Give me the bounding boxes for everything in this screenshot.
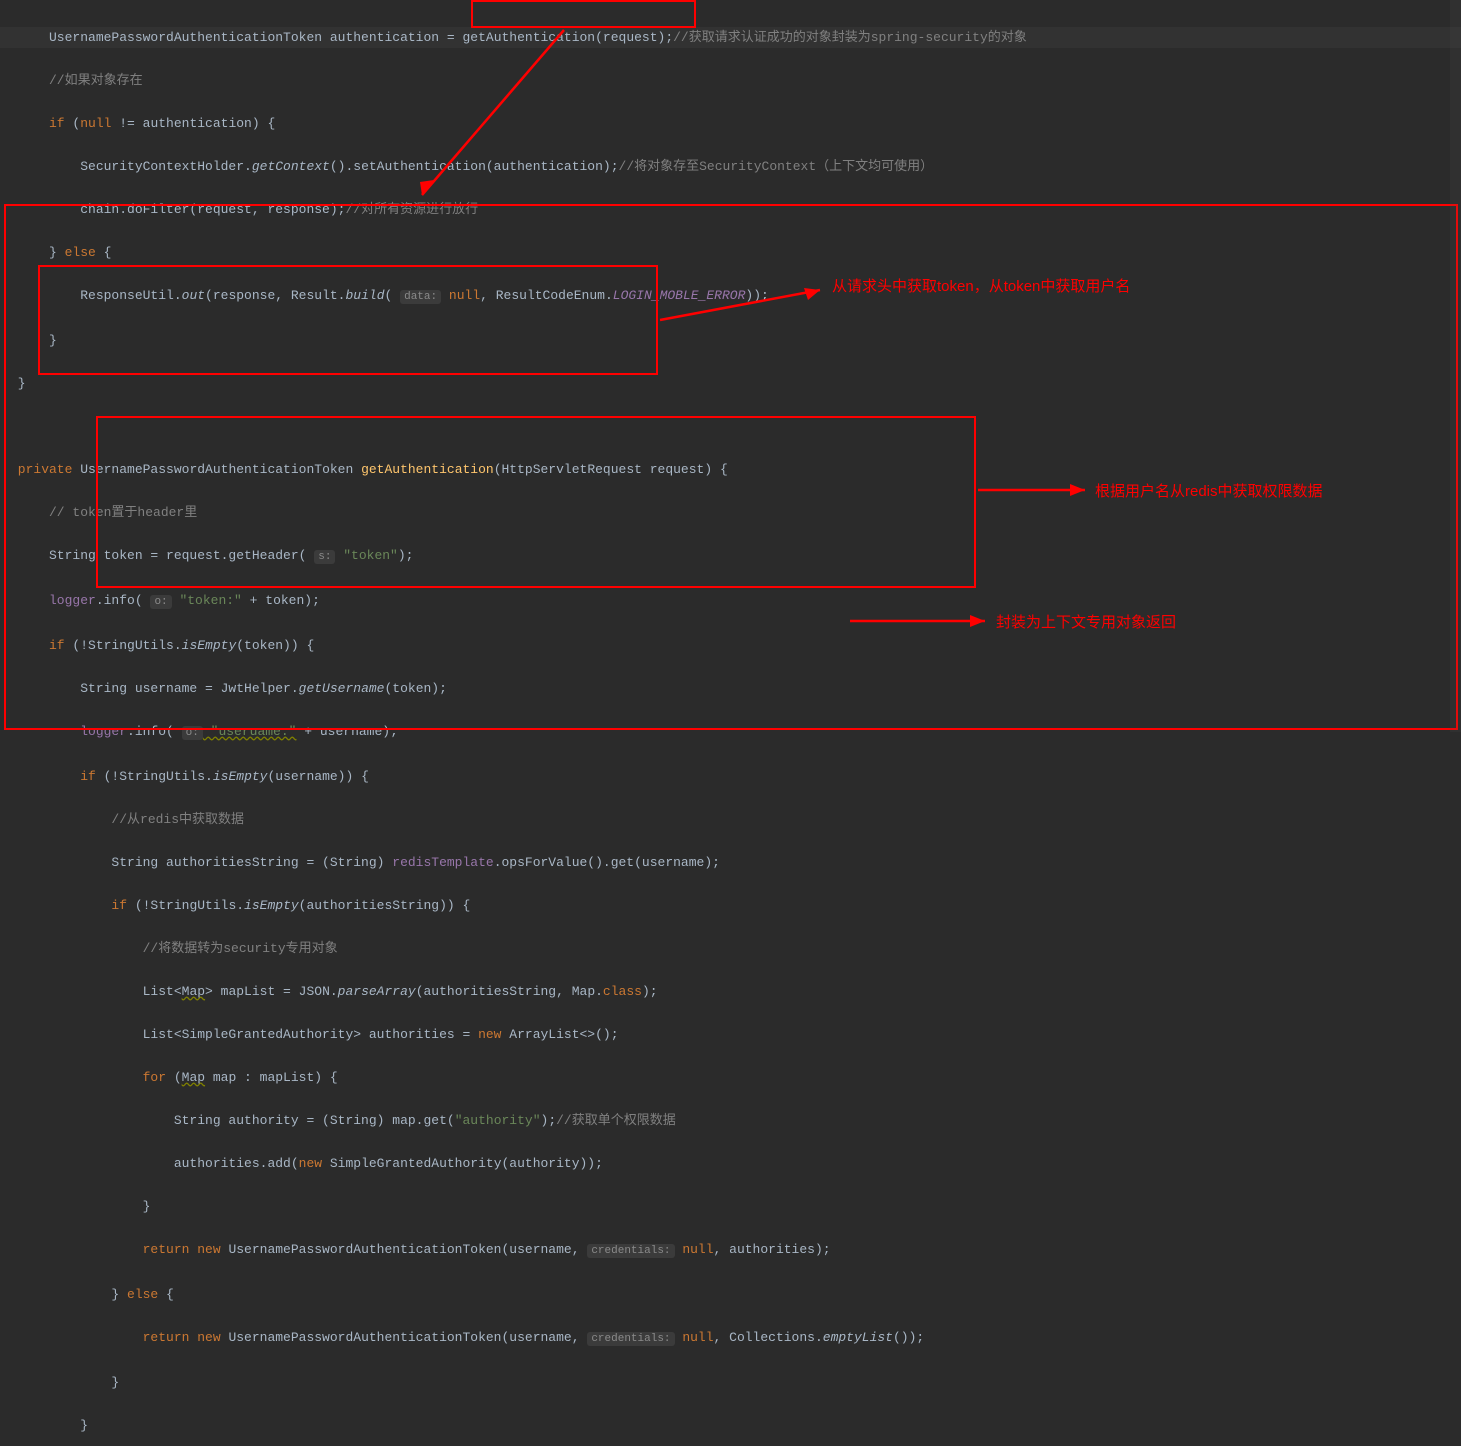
code-line: authorities.add(new SimpleGrantedAuthori… bbox=[0, 1153, 1461, 1175]
code-line: String username = JwtHelper.getUsername(… bbox=[0, 678, 1461, 700]
code-line: if (!StringUtils.isEmpty(token)) { bbox=[0, 635, 1461, 657]
code-line: } bbox=[0, 1196, 1461, 1218]
code-line: for (Map map : mapList) { bbox=[0, 1067, 1461, 1089]
code-line: return new UsernamePasswordAuthenticatio… bbox=[0, 1239, 1461, 1263]
code-line: if (!StringUtils.isEmpty(authoritiesStri… bbox=[0, 895, 1461, 917]
code-line: } bbox=[0, 330, 1461, 352]
code-line: List<Map> mapList = JSON.parseArray(auth… bbox=[0, 981, 1461, 1003]
code-line: if (!StringUtils.isEmpty(username)) { bbox=[0, 766, 1461, 788]
code-line: private UsernamePasswordAuthenticationTo… bbox=[0, 459, 1461, 481]
code-line: //将数据转为security专用对象 bbox=[0, 938, 1461, 960]
code-line: String authority = (String) map.get("aut… bbox=[0, 1110, 1461, 1132]
code-line: if (null != authentication) { bbox=[0, 113, 1461, 135]
code-line: } bbox=[0, 1415, 1461, 1437]
code-line: return new UsernamePasswordAuthenticatio… bbox=[0, 1327, 1461, 1351]
code-line: } else { bbox=[0, 242, 1461, 264]
code-line: } bbox=[0, 1372, 1461, 1394]
code-line: List<SimpleGrantedAuthority> authorities… bbox=[0, 1024, 1461, 1046]
code-line: String authoritiesString = (String) redi… bbox=[0, 852, 1461, 874]
code-line: ResponseUtil.out(response, Result.build(… bbox=[0, 285, 1461, 309]
code-line: logger.info( o: "token:" + token); bbox=[0, 590, 1461, 614]
code-line: SecurityContextHolder.getContext().setAu… bbox=[0, 156, 1461, 178]
code-line: chain.doFilter(request, response);//对所有资… bbox=[0, 199, 1461, 221]
code-line: logger.info( o: "useruame:" + username); bbox=[0, 721, 1461, 745]
code-line: //如果对象存在 bbox=[0, 70, 1461, 92]
code-line: // token置于header里 bbox=[0, 502, 1461, 524]
code-line: String token = request.getHeader( s: "to… bbox=[0, 545, 1461, 569]
code-line: //从redis中获取数据 bbox=[0, 809, 1461, 831]
code-line bbox=[0, 416, 1461, 438]
code-line: } bbox=[0, 373, 1461, 395]
code-line: UsernamePasswordAuthenticationToken auth… bbox=[0, 27, 1461, 49]
code-editor[interactable]: UsernamePasswordAuthenticationToken auth… bbox=[0, 0, 1461, 1446]
code-line: } else { bbox=[0, 1284, 1461, 1306]
